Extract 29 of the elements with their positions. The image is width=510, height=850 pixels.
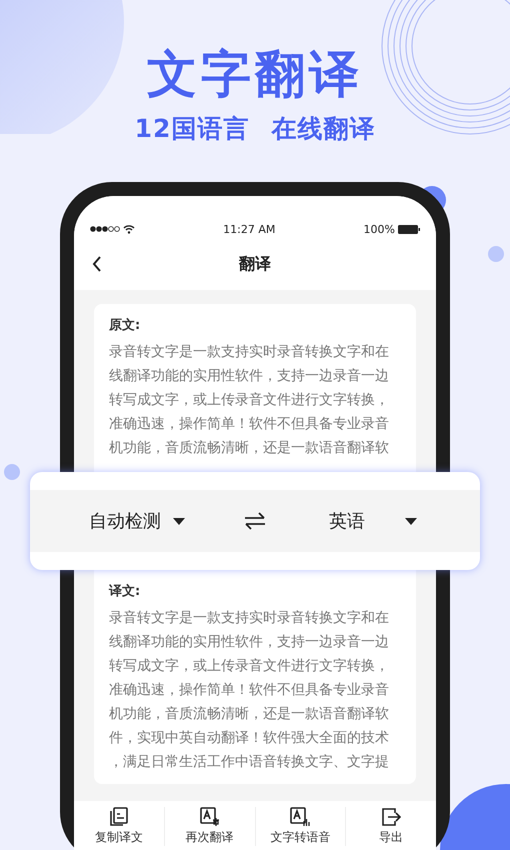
translation-label: 译文: — [109, 582, 142, 601]
swap-icon[interactable] — [244, 512, 266, 530]
translate-icon — [200, 807, 220, 827]
toolbar-button[interactable]: 导出 — [345, 807, 436, 846]
caret-icon — [405, 518, 417, 524]
text-audio-icon — [290, 807, 310, 827]
caret-icon — [173, 518, 185, 524]
headline: 文字翻译 — [147, 44, 363, 104]
export-icon — [381, 807, 402, 827]
decor-dot — [488, 246, 504, 262]
translation-text: 录音转文字是一款支持实时录音转换文字和在线翻译功能的实用性软件，支持一边录音一边转写成文字，或上传录音文件进行文字转换，准确迅速，操作简单！软件不但具备专业录音机功能，音质流畅清晰，还是一款语音翻译软件，实现中英自动翻译！软件强大全面的技术，满足日常生活工作中语音转换文字、文字提 — [109, 609, 390, 772]
copy-icon — [108, 807, 129, 827]
status-time: 11:27 AM — [223, 222, 276, 236]
decor-dot — [4, 464, 20, 480]
battery-percent: 100% — [364, 222, 395, 236]
target-language-dropdown[interactable]: 英语 — [329, 509, 417, 533]
wifi-icon — [123, 224, 135, 234]
toolbar-button[interactable]: 复制译文 — [74, 807, 164, 846]
back-icon[interactable] — [92, 256, 102, 272]
tagline: 在线翻译 — [271, 113, 376, 145]
page-title: 翻译 — [239, 254, 271, 274]
source-language-dropdown[interactable]: 自动检测 — [89, 509, 185, 533]
toolbar-button[interactable]: 再次翻译 — [164, 807, 254, 846]
toolbar-button[interactable]: 文字转语音 — [254, 807, 346, 846]
signal-icon — [90, 226, 120, 232]
source-text: 录音转文字是一款支持实时录音转换文字和在线翻译功能的实用性软件，支持一边录音一边转写成文字，或上传录音文件进行文字转换，准确迅速，操作简单！软件不但具备专业录音机功能，音质流畅清晰，还是一款语音翻译软 — [109, 343, 390, 458]
battery-icon — [398, 224, 420, 234]
tagline: 12国语言 — [134, 113, 250, 145]
source-label: 原文: — [109, 316, 142, 335]
